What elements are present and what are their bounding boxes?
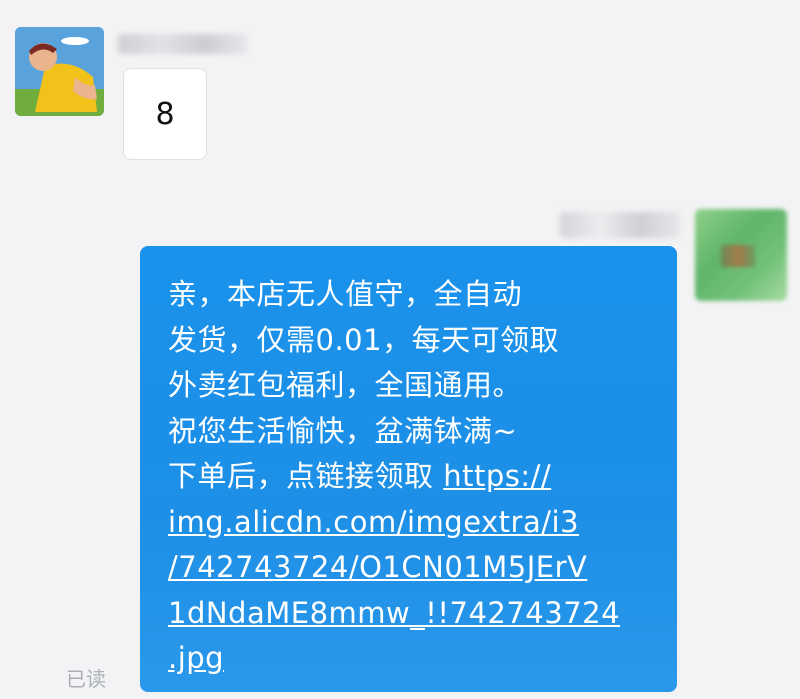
outgoing-message-bubble[interactable]: 亲，本店无人值守，全自动 发货，仅需0.01，每天可领取 外卖红包福利，全国通用… <box>140 246 677 692</box>
incoming-message-text: 8 <box>155 96 175 132</box>
read-status: 已读 <box>66 667 106 691</box>
link-part[interactable]: 1dNdaME8mmw_!!742743724 <box>168 596 620 630</box>
sender-avatar[interactable] <box>15 27 104 116</box>
sender-name-blurred <box>118 34 248 54</box>
avatar-mosaic <box>721 245 755 267</box>
message-line: 发货，仅需0.01，每天可领取 <box>168 322 560 357</box>
message-line: 外卖红包福利，全国通用。 <box>168 368 523 402</box>
incoming-message-bubble[interactable]: 8 <box>123 68 207 160</box>
message-line: 祝您生活愉快，盆满钵满~ <box>168 413 518 448</box>
link-part[interactable]: /742743724/O1CN01M5JErV <box>168 550 587 584</box>
message-line: 亲，本店无人值守，全自动 <box>168 277 523 311</box>
link-part[interactable]: .jpg <box>168 641 224 675</box>
link-part[interactable]: img.alicdn.com/imgextra/i3 <box>168 505 579 539</box>
outgoing-message-text: 亲，本店无人值守，全自动 发货，仅需0.01，每天可领取 外卖红包福利，全国通用… <box>168 272 657 682</box>
self-name-blurred <box>560 212 680 238</box>
link-part[interactable]: https:// <box>443 459 551 493</box>
self-avatar-blurred[interactable] <box>695 209 787 301</box>
message-line: 下单后，点链接领取 <box>168 459 444 493</box>
